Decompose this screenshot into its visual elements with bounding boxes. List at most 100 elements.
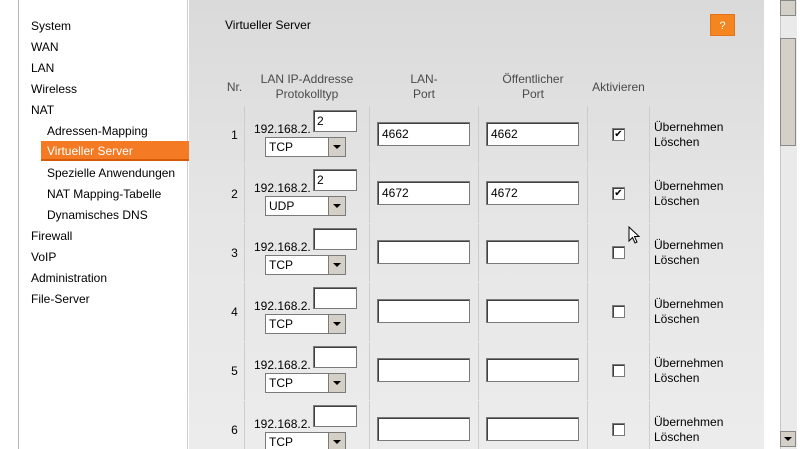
- header-lan-line2: Port: [412, 87, 435, 101]
- protocol-value: UDP: [269, 199, 295, 213]
- row-number: 2: [231, 187, 238, 201]
- page-title: Virtueller Server: [225, 18, 311, 32]
- header-lan-line1: LAN-: [410, 72, 438, 86]
- activate-checkbox[interactable]: [612, 305, 625, 318]
- protocol-select[interactable]: TCP: [265, 373, 346, 393]
- nav-dynamisches-dns[interactable]: Dynamisches DNS: [47, 208, 148, 222]
- nav-spezielle-anwendungen[interactable]: Spezielle Anwendungen: [47, 166, 175, 180]
- activate-checkbox[interactable]: ✔: [612, 128, 625, 141]
- table-row: 5 192.168.2. TCP Übernehmen Löschen: [225, 342, 767, 400]
- lan-port-input[interactable]: [377, 122, 470, 146]
- public-port-input[interactable]: [486, 299, 579, 323]
- ip-last-octet-input[interactable]: [313, 169, 357, 191]
- protocol-value: TCP: [269, 140, 293, 154]
- header-ip: LAN IP-Addresse Protokolltyp: [245, 72, 369, 102]
- row-number: 5: [231, 364, 238, 378]
- row-number: 4: [231, 305, 238, 319]
- nav-firewall[interactable]: Firewall: [31, 229, 72, 243]
- delete-link[interactable]: Löschen: [654, 135, 699, 149]
- nav-adressen-mapping[interactable]: Adressen-Mapping: [47, 124, 148, 138]
- scroll-up-button[interactable]: [780, 0, 796, 16]
- apply-link[interactable]: Übernehmen: [654, 415, 723, 429]
- nav-file-server[interactable]: File-Server: [31, 292, 90, 306]
- protocol-select[interactable]: TCP: [265, 314, 346, 334]
- nav-nat[interactable]: NAT: [31, 103, 54, 117]
- activate-checkbox[interactable]: [612, 246, 625, 259]
- protocol-value: TCP: [269, 435, 293, 449]
- ip-prefix: 192.168.2.: [254, 417, 311, 431]
- public-port-input[interactable]: [486, 122, 579, 146]
- protocol-select[interactable]: TCP: [265, 432, 346, 449]
- ip-prefix: 192.168.2.: [254, 181, 311, 195]
- nav-voip[interactable]: VoIP: [31, 250, 56, 264]
- chevron-down-icon[interactable]: [328, 256, 345, 274]
- activate-checkbox[interactable]: [612, 364, 625, 377]
- lan-port-input[interactable]: [377, 358, 470, 382]
- public-port-input[interactable]: [486, 417, 579, 441]
- nav-nat-mapping-tabelle[interactable]: NAT Mapping-Tabelle: [47, 187, 161, 201]
- protocol-select[interactable]: TCP: [265, 137, 346, 157]
- delete-link[interactable]: Löschen: [654, 312, 699, 326]
- header-ip-line2: Protokolltyp: [275, 87, 339, 101]
- header-pub-line1: Öffentlicher: [502, 72, 564, 86]
- ip-prefix: 192.168.2.: [254, 240, 311, 254]
- window-left-edge: [0, 0, 19, 449]
- delete-link[interactable]: Löschen: [654, 194, 699, 208]
- ip-prefix: 192.168.2.: [254, 358, 311, 372]
- public-port-input[interactable]: [486, 358, 579, 382]
- chevron-down-icon[interactable]: [328, 138, 345, 156]
- main-panel: Virtueller Server ? Nr. LAN IP-Addresse …: [189, 0, 764, 449]
- apply-link[interactable]: Übernehmen: [654, 179, 723, 193]
- table-row: 2 192.168.2. UDP ✔ Übernehmen Löschen: [225, 165, 767, 223]
- nav-wan[interactable]: WAN: [31, 40, 59, 54]
- mouse-cursor-icon: [628, 226, 641, 244]
- lan-port-input[interactable]: [377, 240, 470, 264]
- protocol-select[interactable]: TCP: [265, 255, 346, 275]
- delete-link[interactable]: Löschen: [654, 371, 699, 385]
- chevron-down-icon[interactable]: [328, 374, 345, 392]
- table-row: 4 192.168.2. TCP Übernehmen Löschen: [225, 283, 767, 341]
- nav-wireless[interactable]: Wireless: [31, 82, 77, 96]
- header-activate: Aktivieren: [592, 80, 645, 94]
- public-port-input[interactable]: [486, 181, 579, 205]
- apply-link[interactable]: Übernehmen: [654, 238, 723, 252]
- chevron-down-icon[interactable]: [328, 315, 345, 333]
- row-number: 6: [231, 423, 238, 437]
- header-public-port: Öffentlicher Port: [479, 72, 587, 102]
- apply-link[interactable]: Übernehmen: [654, 356, 723, 370]
- help-button[interactable]: ?: [710, 14, 735, 36]
- scroll-down-button[interactable]: [780, 431, 796, 447]
- protocol-value: TCP: [269, 317, 293, 331]
- scrollbar-thumb[interactable]: [780, 38, 796, 146]
- activate-checkbox[interactable]: ✔: [612, 187, 625, 200]
- protocol-select[interactable]: UDP: [265, 196, 346, 216]
- lan-port-input[interactable]: [377, 417, 470, 441]
- nav-system[interactable]: System: [31, 19, 71, 33]
- scrollbar[interactable]: [764, 0, 798, 449]
- protocol-value: TCP: [269, 258, 293, 272]
- chevron-down-icon[interactable]: [328, 433, 345, 449]
- lan-port-input[interactable]: [377, 181, 470, 205]
- activate-checkbox[interactable]: [612, 423, 625, 436]
- lan-port-input[interactable]: [377, 299, 470, 323]
- ip-prefix: 192.168.2.: [254, 122, 311, 136]
- ip-prefix: 192.168.2.: [254, 299, 311, 313]
- nav-lan[interactable]: LAN: [31, 61, 54, 75]
- chevron-down-icon: [784, 437, 792, 441]
- header-nr: Nr.: [226, 80, 243, 94]
- ip-last-octet-input[interactable]: [313, 228, 357, 250]
- ip-last-octet-input[interactable]: [313, 405, 357, 427]
- delete-link[interactable]: Löschen: [654, 430, 699, 444]
- ip-last-octet-input[interactable]: [313, 110, 357, 132]
- table-row: 3 192.168.2. TCP Übernehmen Löschen: [225, 224, 767, 282]
- chevron-down-icon[interactable]: [328, 197, 345, 215]
- ip-last-octet-input[interactable]: [313, 346, 357, 368]
- delete-link[interactable]: Löschen: [654, 253, 699, 267]
- nav-administration[interactable]: Administration: [31, 271, 107, 285]
- ip-last-octet-input[interactable]: [313, 287, 357, 309]
- apply-link[interactable]: Übernehmen: [654, 297, 723, 311]
- row-number: 1: [231, 128, 238, 142]
- apply-link[interactable]: Übernehmen: [654, 120, 723, 134]
- nav-virtueller-server[interactable]: Virtueller Server: [41, 141, 191, 161]
- public-port-input[interactable]: [486, 240, 579, 264]
